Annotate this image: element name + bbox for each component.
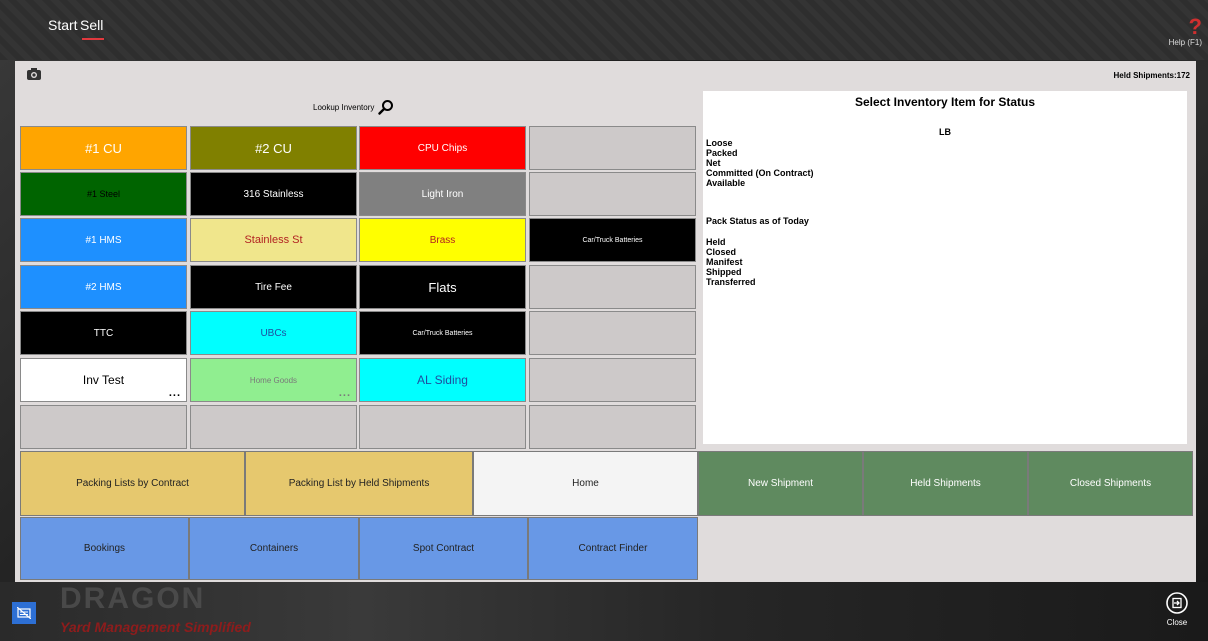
inventory-tile[interactable]: 316 Stainless bbox=[190, 172, 357, 216]
tile-label: Car/Truck Batteries bbox=[582, 236, 643, 244]
camera-icon[interactable] bbox=[27, 68, 41, 80]
status-net: Net bbox=[706, 158, 721, 168]
empty-tile[interactable] bbox=[529, 126, 696, 170]
inventory-tile[interactable]: Car/Truck Batteries bbox=[359, 311, 526, 355]
packing-list-by-held-shipments-button[interactable]: Packing List by Held Shipments bbox=[245, 451, 473, 516]
spot-contract-button[interactable]: Spot Contract bbox=[359, 517, 528, 580]
exit-icon bbox=[1166, 592, 1188, 614]
new-shipment-button[interactable]: New Shipment bbox=[698, 451, 863, 516]
inventory-tile[interactable]: Car/Truck Batteries bbox=[529, 218, 696, 262]
tile-label: AL Siding bbox=[417, 373, 468, 387]
close-label: Close bbox=[1166, 618, 1188, 627]
brand-logo: DRAGON bbox=[60, 582, 206, 615]
tile-label: #1 Steel bbox=[86, 189, 121, 199]
inventory-tile[interactable]: #2 HMS bbox=[20, 265, 187, 309]
empty-tile[interactable] bbox=[529, 311, 696, 355]
status-unit: LB bbox=[939, 127, 951, 137]
status-available: Available bbox=[706, 178, 746, 188]
tile-label: #1 HMS bbox=[85, 234, 122, 246]
status-title: Select Inventory Item for Status bbox=[854, 95, 1036, 109]
search-icon bbox=[378, 100, 394, 115]
empty-tile[interactable] bbox=[190, 405, 357, 449]
held-shipments-button[interactable]: Held Shipments bbox=[863, 451, 1028, 516]
tile-label: #2 HMS bbox=[85, 281, 122, 293]
empty-tile[interactable] bbox=[529, 172, 696, 216]
home-button[interactable]: Home bbox=[473, 451, 698, 516]
tile-label: UBCs bbox=[260, 327, 287, 339]
empty-tile[interactable] bbox=[359, 405, 526, 449]
question-icon: ? bbox=[1188, 14, 1202, 39]
inventory-tile[interactable]: TTC bbox=[20, 311, 187, 355]
packing-lists-by-contract-button[interactable]: Packing Lists by Contract bbox=[20, 451, 245, 516]
closed-shipments-button[interactable]: Closed Shipments bbox=[1028, 451, 1193, 516]
status-committed: Committed (On Contract) bbox=[706, 168, 814, 178]
status-loose: Loose bbox=[706, 138, 733, 148]
tile-label: Stainless St bbox=[244, 234, 303, 246]
inventory-tile[interactable]: AL Siding bbox=[359, 358, 526, 402]
tile-label: #1 CU bbox=[85, 140, 122, 156]
inventory-tile[interactable]: Brass bbox=[359, 218, 526, 262]
contract-finder-button[interactable]: Contract Finder bbox=[528, 517, 698, 580]
lookup-inventory[interactable]: Lookup Inventory bbox=[313, 99, 394, 115]
tile-label: 316 Stainless bbox=[243, 188, 304, 200]
tile-label: Light Iron bbox=[421, 188, 464, 200]
top-bar: Start Sell ? Help (F1) bbox=[0, 0, 1208, 60]
keyboard-toggle-button[interactable] bbox=[12, 602, 36, 624]
main-panel: Held Shipments:172 Lookup Inventory #1 C… bbox=[15, 61, 1196, 582]
tile-label: Brass bbox=[429, 234, 456, 246]
inventory-tile[interactable]: #2 CU bbox=[190, 126, 357, 170]
inventory-tile[interactable]: Tire Fee bbox=[190, 265, 357, 309]
active-tab-indicator bbox=[82, 38, 104, 40]
close-button[interactable]: Close bbox=[1162, 592, 1192, 627]
inventory-status-panel: Select Inventory Item for Status LB Loos… bbox=[703, 91, 1187, 444]
tile-label: Flats bbox=[428, 279, 457, 295]
containers-button[interactable]: Containers bbox=[189, 517, 359, 580]
tab-sell[interactable]: Sell bbox=[80, 17, 103, 33]
help-button[interactable]: ? Help (F1) bbox=[1162, 14, 1202, 48]
more-icon[interactable]: ... bbox=[339, 387, 351, 399]
pack-status-heading: Pack Status as of Today bbox=[706, 216, 809, 226]
brand-tagline: Yard Management Simplified bbox=[60, 619, 251, 635]
pack-manifest: Manifest bbox=[706, 257, 743, 267]
tile-label: Inv Test bbox=[82, 373, 125, 387]
inventory-tile[interactable]: Flats bbox=[359, 265, 526, 309]
lookup-label: Lookup Inventory bbox=[313, 102, 375, 112]
pack-shipped: Shipped bbox=[706, 267, 742, 277]
inventory-tile[interactable]: Stainless St bbox=[190, 218, 357, 262]
empty-tile[interactable] bbox=[20, 405, 187, 449]
tile-label: Car/Truck Batteries bbox=[412, 329, 473, 337]
inventory-tile[interactable]: #1 HMS bbox=[20, 218, 187, 262]
tile-label: Tire Fee bbox=[255, 281, 292, 293]
tile-label: Home Goods bbox=[249, 375, 298, 385]
tile-label: #2 CU bbox=[255, 140, 292, 156]
inventory-tile[interactable]: Light Iron bbox=[359, 172, 526, 216]
inventory-tile[interactable]: Inv Test... bbox=[20, 358, 187, 402]
inventory-tile[interactable]: Home Goods... bbox=[190, 358, 357, 402]
bookings-button[interactable]: Bookings bbox=[20, 517, 189, 580]
keyboard-off-icon bbox=[17, 607, 31, 619]
help-label: Help (F1) bbox=[1168, 38, 1202, 47]
inventory-tile[interactable]: UBCs bbox=[190, 311, 357, 355]
tile-label: TTC bbox=[93, 327, 114, 339]
held-shipments-count: Held Shipments:172 bbox=[1113, 71, 1190, 80]
more-icon[interactable]: ... bbox=[169, 387, 181, 399]
pack-held: Held bbox=[706, 237, 726, 247]
inventory-tile[interactable]: #1 CU bbox=[20, 126, 187, 170]
empty-tile[interactable] bbox=[529, 358, 696, 402]
inventory-tile[interactable]: CPU Chips bbox=[359, 126, 526, 170]
empty-tile[interactable] bbox=[529, 265, 696, 309]
pack-transferred: Transferred bbox=[706, 277, 756, 287]
tab-start[interactable]: Start bbox=[48, 17, 78, 33]
empty-tile[interactable] bbox=[529, 405, 696, 449]
tile-label: CPU Chips bbox=[417, 142, 468, 154]
status-packed: Packed bbox=[706, 148, 738, 158]
inventory-tile[interactable]: #1 Steel bbox=[20, 172, 187, 216]
footer-bar: DRAGON Yard Management Simplified Close bbox=[0, 582, 1208, 641]
pack-closed: Closed bbox=[706, 247, 737, 257]
